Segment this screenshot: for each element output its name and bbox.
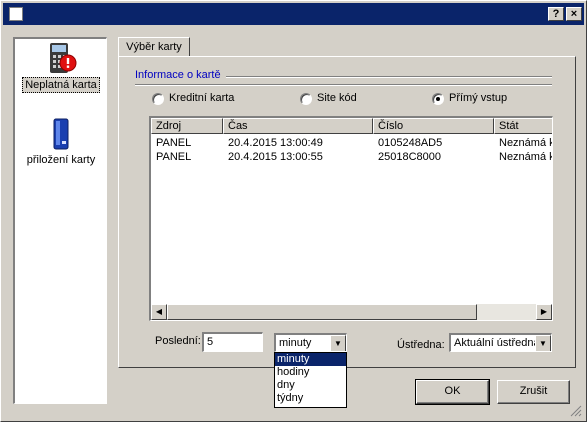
last-label: Poslední:: [155, 335, 201, 347]
tab-label: Výběr karty: [126, 41, 182, 53]
nav-item-invalid-card[interactable]: Neplatná karta: [15, 41, 107, 93]
scroll-right-icon[interactable]: ▶: [536, 304, 552, 320]
unit-select[interactable]: minuty ▼: [274, 333, 347, 352]
radio-circle: [300, 93, 312, 105]
last-value-text: 5: [207, 336, 214, 348]
central-select[interactable]: Aktuální ústředna ▼: [449, 333, 552, 352]
horizontal-scrollbar[interactable]: ◀ ▶: [151, 304, 552, 320]
radio-credit-card[interactable]: Kreditní karta: [152, 92, 262, 106]
table-row[interactable]: PANEL 20.4.2015 13:00:49 0105248AD5 Nezn…: [151, 137, 553, 151]
group-divider: [226, 76, 552, 78]
card-reader-alert-icon: [50, 43, 77, 73]
column-header-number[interactable]: Číslo: [373, 118, 494, 134]
last-value-input[interactable]: 5: [202, 332, 263, 352]
radio-label: Přímý vstup: [449, 92, 508, 104]
table-cell: PANEL: [156, 151, 192, 163]
nav-item-label: přiložení karty: [26, 154, 96, 166]
unit-dropdown-list[interactable]: minuty hodiny dny týdny: [274, 352, 347, 408]
table-cell: Neznámá k: [499, 151, 553, 163]
title-bar: ? ×: [3, 3, 584, 25]
tab-card-selection[interactable]: Výběr karty: [118, 37, 190, 57]
ok-button[interactable]: OK: [415, 379, 490, 405]
chevron-down-icon[interactable]: ▼: [330, 335, 346, 351]
resize-grip-icon[interactable]: [570, 405, 582, 417]
list-header: Zdroj Čas Číslo Stát: [151, 118, 552, 134]
table-cell: PANEL: [156, 137, 192, 149]
table-cell: Neznámá k: [499, 137, 553, 149]
radio-dot: [436, 97, 440, 101]
help-button[interactable]: ?: [548, 7, 564, 21]
unit-select-value: minuty: [279, 337, 312, 349]
scroll-left-icon[interactable]: ◀: [151, 304, 167, 320]
dropdown-option[interactable]: týdny: [275, 392, 346, 405]
chevron-down-icon[interactable]: ▼: [535, 335, 551, 351]
radio-circle: [432, 93, 444, 105]
radio-label: Kreditní karta: [169, 92, 235, 104]
column-header-source[interactable]: Zdroj: [151, 118, 223, 134]
table-cell: 20.4.2015 13:00:49: [228, 137, 323, 149]
window-icon: [9, 7, 23, 21]
radio-site-code[interactable]: Site kód: [300, 92, 380, 106]
nav-panel: Neplatná karta přiložení karty: [13, 37, 107, 404]
cancel-button[interactable]: Zrušit: [497, 380, 570, 404]
column-header-time[interactable]: Čas: [223, 118, 373, 134]
table-cell: 0105248AD5: [378, 137, 443, 149]
group-divider: [135, 84, 552, 86]
scroll-thumb[interactable]: [167, 304, 477, 320]
dropdown-option[interactable]: minuty: [275, 353, 346, 366]
radio-label: Site kód: [317, 92, 357, 104]
dropdown-option[interactable]: hodiny: [275, 366, 346, 379]
radio-circle: [152, 93, 164, 105]
table-row[interactable]: PANEL 20.4.2015 13:00:55 25018C8000 Nezn…: [151, 151, 553, 165]
nav-item-card-present[interactable]: přiložení karty: [15, 117, 107, 167]
central-select-value: Aktuální ústředna: [454, 337, 540, 349]
close-button[interactable]: ×: [566, 7, 582, 21]
card-list[interactable]: Zdroj Čas Číslo Stát PANEL 20.4.2015 13:…: [149, 116, 553, 321]
table-cell: 20.4.2015 13:00:55: [228, 151, 323, 163]
dialog-window: ? × Neplatná karta přiložení karty Výběr…: [0, 0, 587, 422]
table-cell: 25018C8000: [378, 151, 442, 163]
radio-direct-entry[interactable]: Přímý vstup: [432, 92, 532, 106]
nav-item-label: Neplatná karta: [22, 77, 100, 93]
dropdown-option[interactable]: dny: [275, 379, 346, 392]
column-header-state[interactable]: Stát: [494, 118, 552, 134]
group-label: Informace o kartě: [135, 69, 221, 81]
central-label: Ústředna:: [397, 339, 445, 351]
card-reader-icon: [53, 118, 69, 150]
